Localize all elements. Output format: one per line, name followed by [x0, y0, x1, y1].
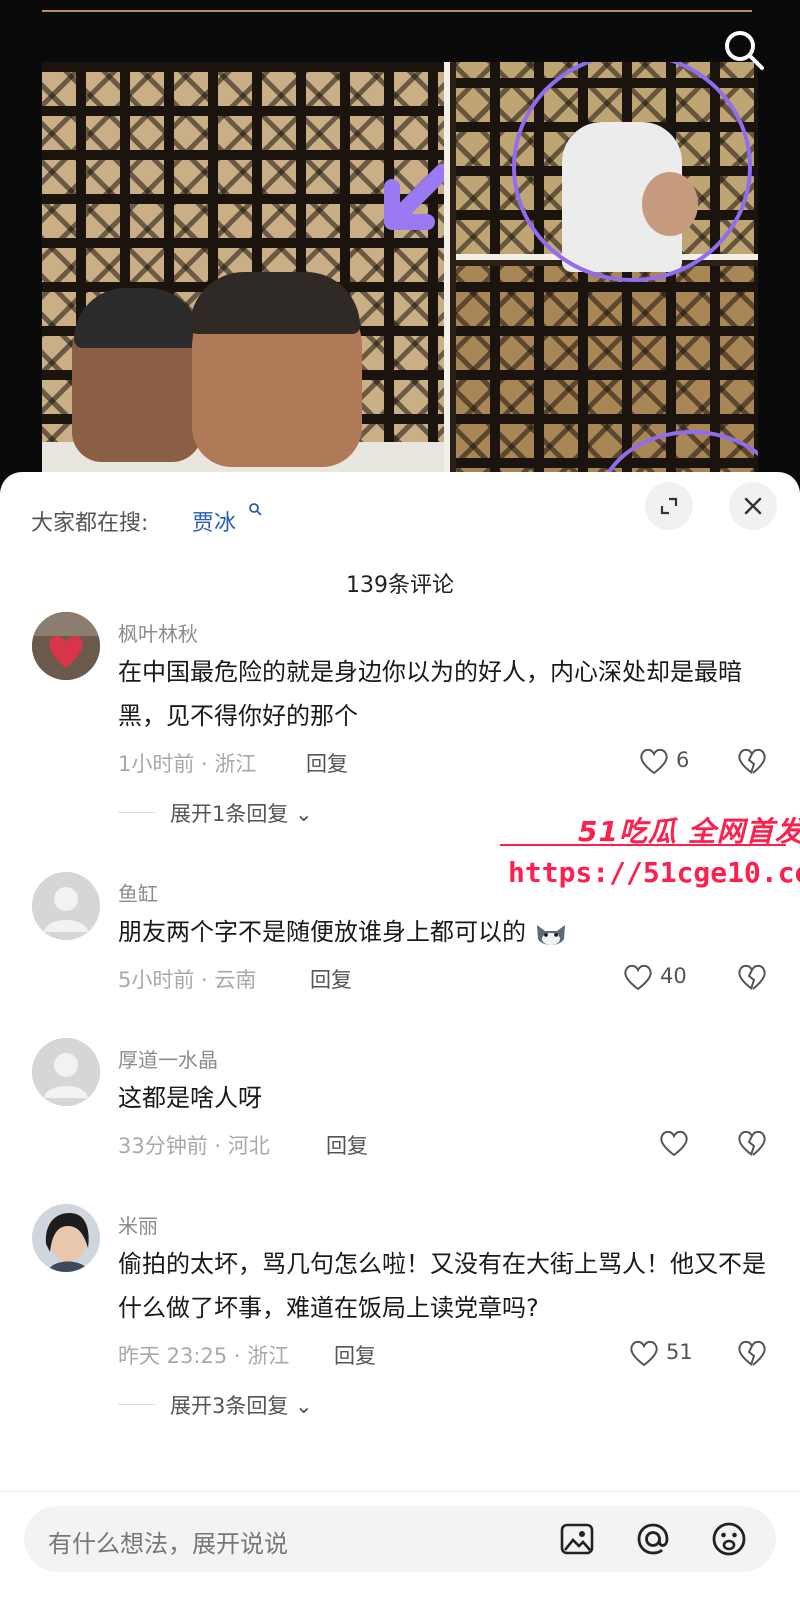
divider [118, 812, 156, 813]
comment-meta: 5小时前 · 云南 [118, 968, 257, 992]
comment-text: 在中国最危险的就是身边你以为的好人，内心深处却是最暗黑，见不得你好的那个 [118, 658, 742, 730]
image-icon[interactable] [558, 1520, 596, 1558]
heart-icon[interactable] [628, 1338, 660, 1368]
comment-meta: 昨天 23:25 · 浙江 [118, 1344, 290, 1368]
username[interactable]: 米丽 [118, 1210, 158, 1239]
avatar[interactable] [32, 1038, 100, 1106]
expand-replies-label: 展开1条回复 ⌄ [170, 802, 313, 826]
reply-button[interactable]: 回复 [310, 964, 352, 994]
watermark-line [500, 844, 786, 846]
divider [118, 1404, 156, 1405]
username[interactable]: 枫叶林秋 [118, 618, 198, 647]
comment-meta: 33分钟前 · 河北 [118, 1134, 270, 1158]
avatar-image [32, 1204, 100, 1272]
sheet-header: 大家都在搜: 贾冰 [0, 472, 800, 542]
username[interactable]: 厚道一水晶 [118, 1044, 218, 1073]
comment-item: 枫叶林秋 在中国最危险的就是身边你以为的好人，内心深处却是最暗黑，见不得你好的那… [0, 610, 800, 830]
comment-item: 鱼缸 朋友两个字不是随便放谁身上都可以的 5小时前 · 云南 回复 40 [0, 870, 800, 1000]
expand-icon [660, 497, 678, 515]
comment-text: 朋友两个字不是随便放谁身上都可以的 [118, 910, 778, 954]
default-avatar-icon [32, 1038, 100, 1106]
reply-button[interactable]: 回复 [306, 748, 348, 778]
hot-search-prefix: 大家都在搜: [31, 511, 149, 536]
like-count: 40 [660, 964, 687, 988]
heart-icon[interactable] [658, 1128, 690, 1158]
comment-sheet: 大家都在搜: 贾冰 139条评论 枫叶林秋 在中国最危险的就是身边你以为的好人，… [0, 472, 800, 1611]
comment-text: 偷拍的太坏，骂几句怎么啦！又没有在大街上骂人！他又不是什么做了坏事，难道在饭局上… [118, 1250, 766, 1322]
default-avatar-icon [32, 872, 100, 940]
avatar[interactable] [32, 612, 100, 680]
video-top-line [42, 10, 752, 12]
expand-replies-label: 展开3条回复 ⌄ [170, 1394, 313, 1418]
like-count: 6 [676, 748, 690, 772]
username[interactable]: 鱼缸 [118, 878, 158, 907]
comment-input[interactable]: 有什么想法，展开说说 [24, 1506, 776, 1572]
comment-item: 米丽 偷拍的太坏，骂几句怎么啦！又没有在大街上骂人！他又不是什么做了坏事，难道在… [0, 1202, 800, 1422]
divider [0, 1491, 800, 1492]
reply-button[interactable]: 回复 [334, 1340, 376, 1370]
hot-search-term[interactable]: 贾冰 [192, 505, 236, 537]
comment-text: 这都是啥人呀 [118, 1084, 262, 1112]
small-search-icon [249, 503, 262, 516]
video-frame [42, 62, 758, 500]
avatar-image [32, 612, 100, 680]
person-right-hair [190, 272, 360, 334]
reply-button[interactable]: 回复 [326, 1130, 368, 1160]
video-panel-left [42, 62, 450, 500]
heart-icon[interactable] [638, 746, 670, 776]
close-icon [744, 497, 762, 515]
expand-button[interactable] [645, 482, 693, 530]
broken-heart-icon[interactable] [736, 1128, 768, 1158]
wolf-emoji-icon [534, 919, 568, 947]
avatar[interactable] [32, 1204, 100, 1272]
comment-item: 厚道一水晶 这都是啥人呀 33分钟前 · 河北 回复 [0, 1036, 800, 1166]
highlight-circle [512, 62, 752, 282]
emoji-icon[interactable] [710, 1520, 748, 1558]
broken-heart-icon[interactable] [736, 746, 768, 776]
arrow-annotation [384, 164, 444, 230]
comment-meta: 1小时前 · 浙江 [118, 752, 257, 776]
like-count: 51 [666, 1340, 693, 1364]
heart-icon[interactable] [622, 962, 654, 992]
video-player[interactable] [0, 0, 800, 500]
search-icon[interactable] [720, 26, 768, 74]
broken-heart-icon[interactable] [736, 1338, 768, 1368]
comment-input-placeholder: 有什么想法，展开说说 [48, 1530, 288, 1558]
comment-count: 139条评论 [346, 573, 454, 598]
avatar[interactable] [32, 872, 100, 940]
watermark-url: https://51cge10.com [508, 856, 800, 889]
close-button[interactable] [729, 482, 777, 530]
at-icon[interactable] [634, 1520, 672, 1558]
broken-heart-icon[interactable] [736, 962, 768, 992]
